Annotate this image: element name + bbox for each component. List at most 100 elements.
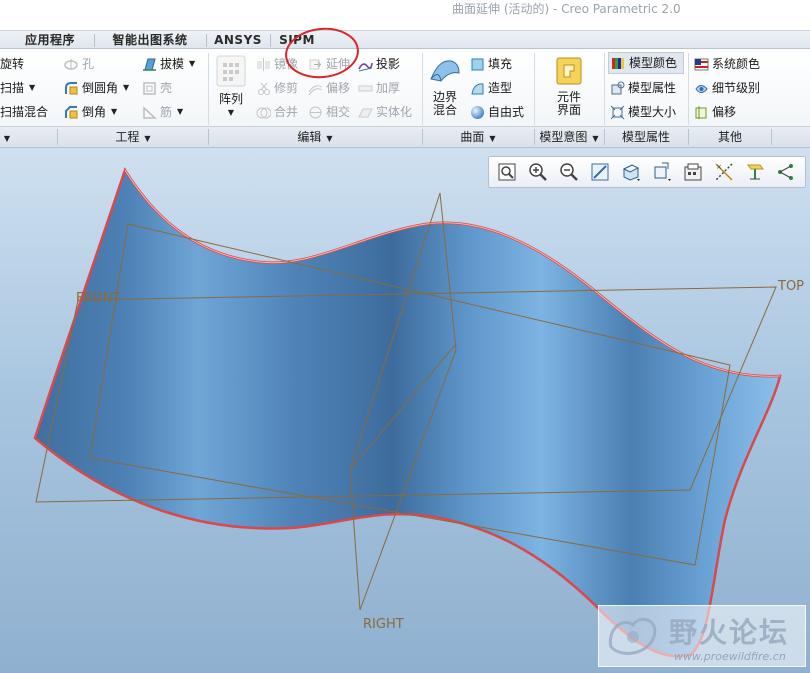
forum-watermark: 野火论坛 www.proewildfire.cn [598,605,806,667]
annotation-display-icon[interactable] [772,159,800,185]
intersect-icon [308,105,323,120]
style-icon [470,81,485,96]
plane-label-right[interactable]: RIGHT [363,617,404,632]
display-style-icon[interactable] [617,159,645,185]
model-size-icon [610,105,625,120]
title-bar: 曲面延伸 (活动的) - Creo Parametric 2.0 [0,0,810,30]
graphics-viewport[interactable]: FRONT TOP RIGHT × 野火论坛 www.proewildfire.… [0,148,810,673]
detail-level-label: 细节级别 [712,81,761,95]
component-interface-icon [554,55,584,87]
zoom-out-icon[interactable] [555,159,583,185]
style-button[interactable]: 造型 [470,78,512,98]
round-label: 倒圆角 [82,81,119,95]
hole-button[interactable]: 孔 [64,54,94,74]
rib-label: 筋 [160,105,173,119]
detail-level-button[interactable]: 细节级别 [694,78,760,98]
group-engineering[interactable]: 工程 ▼ [58,127,208,147]
group-divider [422,53,423,125]
project-icon [358,57,373,72]
chevron-down-icon: ▼ [177,107,184,116]
properties-button[interactable]: 模型属性 [610,78,676,98]
component-interface-button[interactable]: 元件 界面 [550,55,588,125]
other-offset-label: 偏移 [712,105,737,119]
rib-button[interactable]: 筋 ▼ [142,102,183,122]
thicken-button[interactable]: 加厚 [358,78,400,98]
properties-label: 模型属性 [628,81,677,95]
watermark-url: www.proewildfire.cn [674,650,786,663]
chamfer-button[interactable]: 倒角 ▼ [64,102,117,122]
group-engineering-label: 工程 [115,130,140,144]
offset-label: 偏移 [326,81,351,95]
ribbon-group-labels: ▼ 工程 ▼ 编辑 ▼ 曲面 ▼ 模型意图 ▼ 模型属性 其他 [0,127,810,148]
fill-button[interactable]: 填充 [470,54,512,74]
spin-center-icon[interactable] [741,159,769,185]
extend-button[interactable]: 延伸 [308,54,350,74]
repaint-icon[interactable] [586,159,614,185]
mirror-button[interactable]: 镜像 [256,54,298,74]
thicken-label: 加厚 [376,81,401,95]
swept-blend-button[interactable]: 扫描混合 [0,102,48,122]
surface-body[interactable] [33,167,782,658]
swept-blend-label: 扫描混合 [0,105,49,119]
shell-button[interactable]: 壳 [142,78,172,98]
round-button[interactable]: 倒圆角 ▼ [64,78,129,98]
tab-sipm[interactable]: SIPM [274,31,320,49]
model-size-button[interactable]: 模型大小 [610,102,676,122]
model-size-label: 模型大小 [628,105,677,119]
sweep-button[interactable]: 扫描 ▼ [0,78,35,98]
tab-smart-drawing[interactable]: 智能出图系统 [98,31,202,49]
tab-divider [94,34,95,47]
view-manager-icon[interactable] [679,159,707,185]
system-colors-label: 系统颜色 [712,57,761,71]
plane-label-top[interactable]: TOP [777,279,804,294]
group-model-intent[interactable]: 模型意图 ▼ [535,127,603,147]
fill-icon [470,57,485,72]
view-toolbar: × [488,156,806,188]
chevron-down-icon: ▼ [592,134,599,143]
solidify-icon [358,105,373,120]
rib-icon [142,105,157,120]
revolve-button[interactable]: 旋转 [0,54,24,74]
group-overflow-button[interactable]: ▼ [0,127,14,147]
appearance-button[interactable]: 模型颜色 [608,52,684,74]
saved-views-icon[interactable] [648,159,676,185]
trim-button[interactable]: 修剪 [256,78,298,98]
solidify-button[interactable]: 实体化 [358,102,412,122]
trim-label: 修剪 [274,81,299,95]
intersect-button[interactable]: 相交 [308,102,350,122]
hole-label: 孔 [82,57,95,71]
solidify-label: 实体化 [376,105,413,119]
draft-label: 拔模 [160,57,185,71]
refit-icon[interactable] [493,159,521,185]
datum-display-icon[interactable]: × [710,159,738,185]
project-button[interactable]: 投影 [358,54,400,74]
detail-level-icon [694,81,709,96]
merge-label: 合并 [274,105,299,119]
tab-divider [270,34,271,47]
group-divider [534,53,535,125]
boundary-blend-button[interactable]: 边界 混合 [428,55,462,125]
model-scene: FRONT TOP RIGHT [33,167,804,658]
tab-ansys[interactable]: ANSYS [210,31,266,49]
thicken-icon [358,81,373,96]
system-colors-button[interactable]: 系统颜色 [694,54,760,74]
group-surfaces[interactable]: 曲面 ▼ [423,127,533,147]
chevron-down-icon: ▼ [29,83,36,92]
group-model-properties: 模型属性 [605,127,687,147]
ribbon: 旋转 扫描 ▼ 扫描混合 孔 倒圆角 ▼ 倒角 ▼ 拔模 ▼ 壳 筋 ▼ 阵列 ▼ [0,49,810,127]
svg-text:×: × [716,163,722,171]
merge-button[interactable]: 合并 [256,102,298,122]
other-offset-button[interactable]: 偏移 [694,102,736,122]
draft-button[interactable]: 拔模 ▼ [142,54,195,74]
round-icon [64,81,79,96]
pattern-icon [216,55,246,87]
offset-button[interactable]: 偏移 [308,78,350,98]
group-editing[interactable]: 编辑 ▼ [209,127,421,147]
tab-applications[interactable]: 应用程序 [10,31,90,49]
plane-label-front[interactable]: FRONT [76,291,120,306]
pattern-button[interactable]: 阵列 ▼ [212,55,250,125]
revolve-label: 旋转 [0,57,25,71]
zoom-in-icon[interactable] [524,159,552,185]
window-title: 曲面延伸 (活动的) - Creo Parametric 2.0 [452,2,681,16]
freestyle-button[interactable]: 自由式 [470,102,524,122]
